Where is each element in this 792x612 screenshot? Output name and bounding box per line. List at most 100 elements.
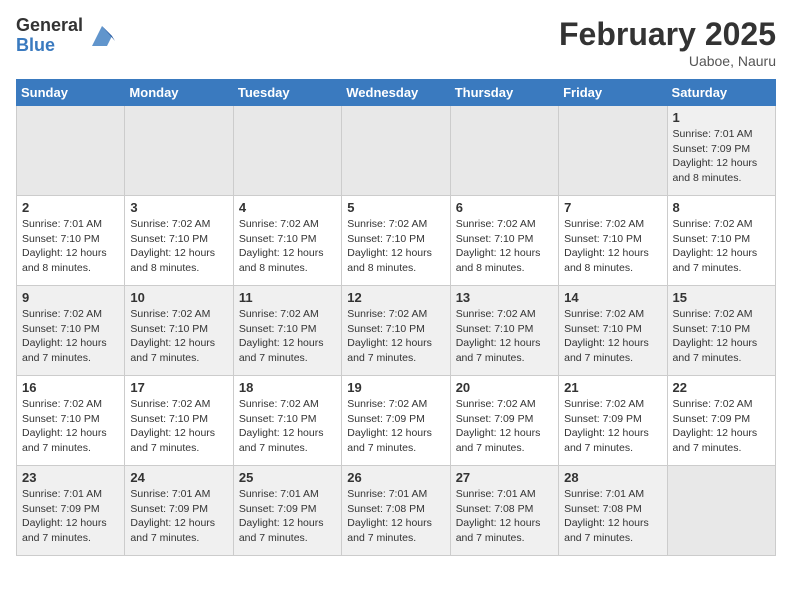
day-number: 13 bbox=[456, 290, 553, 305]
calendar-table: Sunday Monday Tuesday Wednesday Thursday… bbox=[16, 79, 776, 556]
table-row: 5 Sunrise: 7:02 AMSunset: 7:10 PMDaylight… bbox=[342, 196, 450, 286]
table-row: 15 Sunrise: 7:02 AMSunset: 7:10 PMDayligh… bbox=[667, 286, 775, 376]
day-info: Sunrise: 7:02 AMSunset: 7:10 PMDaylight:… bbox=[347, 307, 444, 366]
day-number: 25 bbox=[239, 470, 336, 485]
table-row bbox=[667, 466, 775, 556]
day-info: Sunrise: 7:02 AMSunset: 7:10 PMDaylight:… bbox=[22, 397, 119, 456]
location-subtitle: Uaboe, Nauru bbox=[559, 53, 776, 69]
table-row: 12 Sunrise: 7:02 AMSunset: 7:10 PMDayligh… bbox=[342, 286, 450, 376]
table-row: 20 Sunrise: 7:02 AMSunset: 7:09 PMDayligh… bbox=[450, 376, 558, 466]
table-row: 2Sunrise: 7:01 AMSunset: 7:10 PMDaylight… bbox=[17, 196, 125, 286]
calendar-week-row: 1 Sunrise: 7:01 AMSunset: 7:09 PMDaylight… bbox=[17, 106, 776, 196]
day-info: Sunrise: 7:01 AMSunset: 7:09 PMDaylight:… bbox=[22, 487, 119, 546]
header-monday: Monday bbox=[125, 80, 233, 106]
table-row bbox=[17, 106, 125, 196]
table-row: 21Sunrise: 7:02 AMSunset: 7:09 PMDayligh… bbox=[559, 376, 667, 466]
table-row: 19 Sunrise: 7:02 AMSunset: 7:09 PMDayligh… bbox=[342, 376, 450, 466]
day-info: Sunrise: 7:01 AMSunset: 7:08 PMDaylight:… bbox=[347, 487, 444, 546]
day-number: 18 bbox=[239, 380, 336, 395]
day-info: Sunrise: 7:02 AMSunset: 7:10 PMDaylight:… bbox=[239, 307, 336, 366]
day-info: Sunrise: 7:02 AMSunset: 7:10 PMDaylight:… bbox=[239, 217, 336, 276]
table-row: 25 Sunrise: 7:01 AMSunset: 7:09 PMDayligh… bbox=[233, 466, 341, 556]
day-number: 23 bbox=[22, 470, 119, 485]
day-info: Sunrise: 7:02 AMSunset: 7:10 PMDaylight:… bbox=[456, 307, 553, 366]
day-number: 20 bbox=[456, 380, 553, 395]
calendar-week-row: 2Sunrise: 7:01 AMSunset: 7:10 PMDaylight… bbox=[17, 196, 776, 286]
day-number: 27 bbox=[456, 470, 553, 485]
day-info: Sunrise: 7:02 AMSunset: 7:10 PMDaylight:… bbox=[673, 217, 770, 276]
day-info: Sunrise: 7:02 AMSunset: 7:09 PMDaylight:… bbox=[673, 397, 770, 456]
day-number: 10 bbox=[130, 290, 227, 305]
day-info: Sunrise: 7:02 AMSunset: 7:10 PMDaylight:… bbox=[130, 307, 227, 366]
day-info: Sunrise: 7:02 AMSunset: 7:10 PMDaylight:… bbox=[22, 307, 119, 366]
header-sunday: Sunday bbox=[17, 80, 125, 106]
table-row: 27 Sunrise: 7:01 AMSunset: 7:08 PMDayligh… bbox=[450, 466, 558, 556]
table-row bbox=[450, 106, 558, 196]
day-info: Sunrise: 7:02 AMSunset: 7:10 PMDaylight:… bbox=[347, 217, 444, 276]
day-number: 11 bbox=[239, 290, 336, 305]
header-tuesday: Tuesday bbox=[233, 80, 341, 106]
day-number: 4 bbox=[239, 200, 336, 215]
table-row bbox=[233, 106, 341, 196]
day-number: 15 bbox=[673, 290, 770, 305]
header-friday: Friday bbox=[559, 80, 667, 106]
calendar-header-row: Sunday Monday Tuesday Wednesday Thursday… bbox=[17, 80, 776, 106]
day-info: Sunrise: 7:02 AMSunset: 7:10 PMDaylight:… bbox=[673, 307, 770, 366]
table-row: 17Sunrise: 7:02 AMSunset: 7:10 PMDayligh… bbox=[125, 376, 233, 466]
table-row: 11 Sunrise: 7:02 AMSunset: 7:10 PMDayligh… bbox=[233, 286, 341, 376]
day-info: Sunrise: 7:01 AMSunset: 7:09 PMDaylight:… bbox=[239, 487, 336, 546]
table-row: 26 Sunrise: 7:01 AMSunset: 7:08 PMDayligh… bbox=[342, 466, 450, 556]
day-info: Sunrise: 7:02 AMSunset: 7:10 PMDaylight:… bbox=[130, 217, 227, 276]
table-row: 7 Sunrise: 7:02 AMSunset: 7:10 PMDaylight… bbox=[559, 196, 667, 286]
day-info: Sunrise: 7:02 AMSunset: 7:09 PMDaylight:… bbox=[456, 397, 553, 456]
table-row: 14Sunrise: 7:02 AMSunset: 7:10 PMDayligh… bbox=[559, 286, 667, 376]
table-row: 1 Sunrise: 7:01 AMSunset: 7:09 PMDaylight… bbox=[667, 106, 775, 196]
day-info: Sunrise: 7:01 AMSunset: 7:09 PMDaylight:… bbox=[673, 127, 770, 186]
day-number: 1 bbox=[673, 110, 770, 125]
day-info: Sunrise: 7:02 AMSunset: 7:10 PMDaylight:… bbox=[564, 217, 661, 276]
calendar-week-row: 9 Sunrise: 7:02 AMSunset: 7:10 PMDaylight… bbox=[17, 286, 776, 376]
logo-general: General bbox=[16, 16, 83, 36]
table-row: 6 Sunrise: 7:02 AMSunset: 7:10 PMDaylight… bbox=[450, 196, 558, 286]
table-row bbox=[559, 106, 667, 196]
day-number: 5 bbox=[347, 200, 444, 215]
day-number: 28 bbox=[564, 470, 661, 485]
table-row: 23 Sunrise: 7:01 AMSunset: 7:09 PMDayligh… bbox=[17, 466, 125, 556]
day-number: 9 bbox=[22, 290, 119, 305]
day-number: 21 bbox=[564, 380, 661, 395]
day-number: 3 bbox=[130, 200, 227, 215]
table-row: 16 Sunrise: 7:02 AMSunset: 7:10 PMDayligh… bbox=[17, 376, 125, 466]
header-wednesday: Wednesday bbox=[342, 80, 450, 106]
day-number: 12 bbox=[347, 290, 444, 305]
day-number: 6 bbox=[456, 200, 553, 215]
day-number: 8 bbox=[673, 200, 770, 215]
day-number: 16 bbox=[22, 380, 119, 395]
calendar-week-row: 16 Sunrise: 7:02 AMSunset: 7:10 PMDayligh… bbox=[17, 376, 776, 466]
table-row: 22 Sunrise: 7:02 AMSunset: 7:09 PMDayligh… bbox=[667, 376, 775, 466]
table-row: 13 Sunrise: 7:02 AMSunset: 7:10 PMDayligh… bbox=[450, 286, 558, 376]
day-number: 26 bbox=[347, 470, 444, 485]
logo-icon bbox=[87, 21, 117, 51]
day-info: Sunrise: 7:01 AMSunset: 7:08 PMDaylight:… bbox=[456, 487, 553, 546]
day-number: 19 bbox=[347, 380, 444, 395]
day-info: Sunrise: 7:02 AMSunset: 7:10 PMDaylight:… bbox=[239, 397, 336, 456]
month-year-title: February 2025 bbox=[559, 16, 776, 53]
header: General Blue February 2025 Uaboe, Nauru bbox=[16, 16, 776, 69]
header-saturday: Saturday bbox=[667, 80, 775, 106]
table-row: 3 Sunrise: 7:02 AMSunset: 7:10 PMDaylight… bbox=[125, 196, 233, 286]
day-info: Sunrise: 7:02 AMSunset: 7:10 PMDaylight:… bbox=[130, 397, 227, 456]
day-number: 7 bbox=[564, 200, 661, 215]
table-row: 9 Sunrise: 7:02 AMSunset: 7:10 PMDaylight… bbox=[17, 286, 125, 376]
header-thursday: Thursday bbox=[450, 80, 558, 106]
table-row: 10 Sunrise: 7:02 AMSunset: 7:10 PMDayligh… bbox=[125, 286, 233, 376]
day-number: 22 bbox=[673, 380, 770, 395]
table-row: 28Sunrise: 7:01 AMSunset: 7:08 PMDayligh… bbox=[559, 466, 667, 556]
table-row bbox=[125, 106, 233, 196]
day-info: Sunrise: 7:02 AMSunset: 7:10 PMDaylight:… bbox=[456, 217, 553, 276]
day-info: Sunrise: 7:01 AMSunset: 7:10 PMDaylight:… bbox=[22, 217, 119, 276]
table-row: 4 Sunrise: 7:02 AMSunset: 7:10 PMDaylight… bbox=[233, 196, 341, 286]
day-info: Sunrise: 7:02 AMSunset: 7:09 PMDaylight:… bbox=[347, 397, 444, 456]
day-info: Sunrise: 7:01 AMSunset: 7:09 PMDaylight:… bbox=[130, 487, 227, 546]
calendar-week-row: 23 Sunrise: 7:01 AMSunset: 7:09 PMDayligh… bbox=[17, 466, 776, 556]
day-number: 14 bbox=[564, 290, 661, 305]
